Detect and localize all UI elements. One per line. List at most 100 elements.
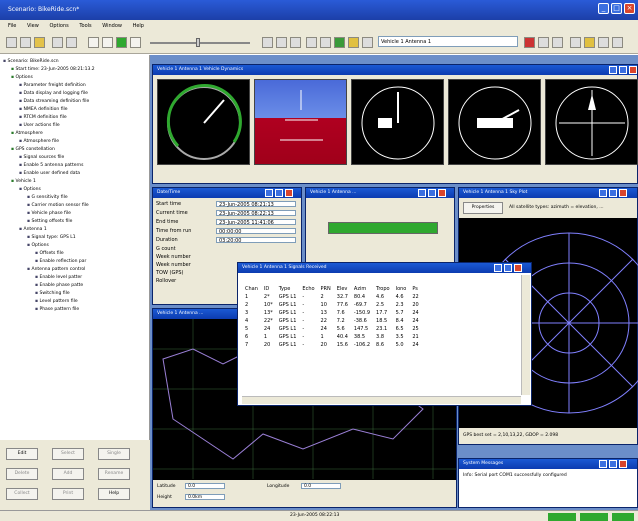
menu-help[interactable]: Help bbox=[133, 23, 144, 29]
window-icon[interactable] bbox=[538, 37, 549, 48]
window-title-bar[interactable]: System Messages bbox=[459, 459, 637, 469]
window-close-button[interactable] bbox=[629, 66, 637, 74]
copy-icon[interactable] bbox=[276, 37, 287, 48]
tree-item[interactable]: ▪ Options bbox=[3, 186, 146, 194]
tree-item[interactable]: ▪ Offsets file bbox=[3, 250, 146, 258]
close-button[interactable]: × bbox=[624, 3, 635, 14]
tree-item[interactable]: ▪ Enable level patter bbox=[3, 274, 146, 282]
properties-button[interactable]: Properties bbox=[463, 202, 503, 214]
red-icon[interactable] bbox=[524, 37, 535, 48]
menu-window[interactable]: Window bbox=[102, 23, 122, 29]
menu-file[interactable]: File bbox=[8, 23, 16, 29]
vehicle-select[interactable]: Vehicle 1 Antenna 1 bbox=[378, 36, 518, 47]
tree-item[interactable]: ▪ Data display and logging file bbox=[3, 90, 146, 98]
window-maximize-button[interactable] bbox=[275, 189, 283, 197]
add-button[interactable]: Add bbox=[52, 468, 84, 480]
tree-item[interactable]: ▪ GPS constellation bbox=[3, 146, 146, 154]
tree-item[interactable]: ▪ Enable phase patte bbox=[3, 282, 146, 290]
tree-item[interactable]: ▪ Parameter freight definition bbox=[3, 82, 146, 90]
table-row[interactable]: 4 22* GPS L1- 22 7.2 -38.6 18.5 8.4 24 bbox=[242, 317, 422, 325]
edit-button[interactable]: Edit bbox=[6, 448, 38, 460]
tree-item[interactable]: ▪ Atmosphere bbox=[3, 130, 146, 138]
cascade-icon[interactable] bbox=[584, 37, 595, 48]
tree-item[interactable]: ▪ Vehicle phase file bbox=[3, 210, 146, 218]
latitude-field[interactable]: 0.0 bbox=[185, 483, 225, 489]
settings-icon[interactable] bbox=[52, 37, 63, 48]
window-minimize-button[interactable] bbox=[265, 189, 273, 197]
table-row[interactable]: 2 10* GPS L1- 10 77.6 -69.7 2.5 2.3 20 bbox=[242, 301, 422, 309]
pause-icon[interactable] bbox=[102, 37, 113, 48]
column-header[interactable]: Echo bbox=[299, 285, 317, 293]
window-close-button[interactable] bbox=[619, 189, 627, 197]
tree-item[interactable]: ▪ Antenna 1 bbox=[3, 226, 146, 234]
table-row[interactable]: 7 20 GPS L1- 20 15.6 -106.2 8.6 5.0 24 bbox=[242, 341, 422, 349]
stop-icon[interactable] bbox=[88, 37, 99, 48]
longitude-field[interactable]: 0.0 bbox=[301, 483, 341, 489]
tree-item[interactable]: ▪ Start time: 23-Jun-2005 08:21:13.2 bbox=[3, 66, 146, 74]
tree-item[interactable]: ▪ Vehicle 1 bbox=[3, 178, 146, 186]
window-minimize-button[interactable] bbox=[599, 189, 607, 197]
record-icon[interactable] bbox=[262, 37, 273, 48]
tree-item[interactable]: ▪ Signal sources file bbox=[3, 154, 146, 162]
map-icon[interactable] bbox=[320, 37, 331, 48]
window-close-button[interactable] bbox=[514, 264, 522, 272]
window-close-button[interactable] bbox=[285, 189, 293, 197]
window-title-bar[interactable]: Vehicle 1 Antenna 1 Sky Plot bbox=[459, 188, 637, 198]
height-field[interactable]: 0.0km bbox=[185, 494, 225, 500]
window-title-bar[interactable]: Date/Time bbox=[153, 188, 301, 198]
antenna-icon[interactable] bbox=[362, 37, 373, 48]
menu-options[interactable]: Options bbox=[49, 23, 68, 29]
globe-icon[interactable] bbox=[334, 37, 345, 48]
tree-item[interactable]: ▪ Enable reflection par bbox=[3, 258, 146, 266]
date-time-value[interactable]: 23-Jun-2005 08:22:13 bbox=[216, 210, 296, 217]
date-time-value[interactable]: 23-Jun-2005 08:21:13 bbox=[216, 201, 296, 208]
open-icon[interactable] bbox=[20, 37, 31, 48]
column-header[interactable]: Elev bbox=[334, 285, 351, 293]
new-icon[interactable] bbox=[6, 37, 17, 48]
tile-icon[interactable] bbox=[570, 37, 581, 48]
help-button[interactable]: Help bbox=[98, 488, 130, 500]
maximize-button[interactable]: □ bbox=[611, 3, 622, 14]
tree-item[interactable]: ▪ Carrier motion sensor file bbox=[3, 202, 146, 210]
window-minimize-button[interactable] bbox=[418, 189, 426, 197]
horizontal-scrollbar[interactable] bbox=[242, 396, 521, 404]
column-header[interactable]: Azim bbox=[351, 285, 373, 293]
delete-button[interactable]: Delete bbox=[6, 468, 38, 480]
rename-button[interactable]: Rename bbox=[98, 468, 130, 480]
column-header[interactable]: Chan bbox=[242, 285, 261, 293]
tree-item[interactable]: ▪ Antenna pattern control bbox=[3, 266, 146, 274]
play-icon[interactable] bbox=[116, 37, 127, 48]
tree-item[interactable]: ▪ Scenario: BikeRide.scn bbox=[3, 58, 146, 66]
tree-item[interactable]: ▪ Options bbox=[3, 74, 146, 82]
vertical-scrollbar[interactable] bbox=[521, 275, 530, 395]
minimize-button[interactable]: _ bbox=[598, 3, 609, 14]
tree-item[interactable]: ▪ Signal type: GPS L1 bbox=[3, 234, 146, 242]
window-maximize-button[interactable] bbox=[428, 189, 436, 197]
column-header[interactable]: Tropo bbox=[373, 285, 393, 293]
table-row[interactable]: 1 2* GPS L1- 2 32.7 80.4 4.6 4.6 22 bbox=[242, 293, 422, 301]
tree-item[interactable]: ▪ Enable user defined data bbox=[3, 170, 146, 178]
date-time-value[interactable]: 23-Jun-2005 11:41:06 bbox=[216, 219, 296, 226]
table-row[interactable]: 5 24 GPS L1- 24 5.6 147.5 23.1 6.5 25 bbox=[242, 325, 422, 333]
tree-item[interactable]: ▪ Switching file bbox=[3, 290, 146, 298]
window-maximize-button[interactable] bbox=[609, 189, 617, 197]
window-minimize-button[interactable] bbox=[494, 264, 502, 272]
window-minimize-button[interactable] bbox=[599, 460, 607, 468]
print-button[interactable]: Print bbox=[52, 488, 84, 500]
tree-item[interactable]: ▪ Setting offsets file bbox=[3, 218, 146, 226]
tree-item[interactable]: ▪ Enable 5 antenna patterns bbox=[3, 162, 146, 170]
window-title-bar[interactable]: Vehicle 1 Antenna ... bbox=[306, 188, 454, 198]
column-header[interactable]: ID bbox=[261, 285, 276, 293]
collect-button[interactable]: Collect bbox=[6, 488, 38, 500]
table-row[interactable]: 3 13* GPS L1- 13 7.6 -150.9 17.7 5.7 24 bbox=[242, 309, 422, 317]
slider-handle[interactable] bbox=[196, 38, 200, 47]
tree-item[interactable]: ▪ NMEA definition file bbox=[3, 106, 146, 114]
window-title-bar[interactable]: Vehicle 1 Antenna 1 Signals Received bbox=[238, 263, 531, 273]
chart-icon[interactable] bbox=[306, 37, 317, 48]
help-icon[interactable] bbox=[612, 37, 623, 48]
tools-icon[interactable] bbox=[66, 37, 77, 48]
menu-tools[interactable]: Tools bbox=[79, 23, 91, 29]
window-maximize-button[interactable] bbox=[504, 264, 512, 272]
window-close-button[interactable] bbox=[619, 460, 627, 468]
step-icon[interactable] bbox=[130, 37, 141, 48]
